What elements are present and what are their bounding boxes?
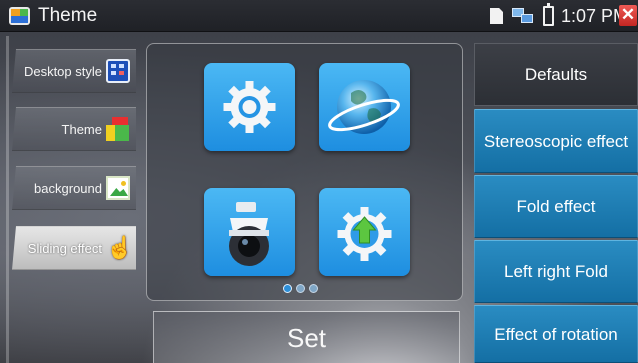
close-button[interactable]: ✕ <box>619 5 637 26</box>
status-bar: Theme 1:07 PM ✕ <box>0 0 638 32</box>
menu-item-sliding-effect[interactable]: Sliding effect ☝ <box>12 226 136 270</box>
background-image-icon <box>106 176 130 200</box>
theme-screen: Theme 1:07 PM ✕ Desktop style Theme back… <box>0 0 638 363</box>
menu-rail <box>6 36 9 363</box>
effect-fold-button[interactable]: Fold effect <box>474 175 638 238</box>
page-indicator <box>283 284 323 294</box>
theme-icon <box>106 117 130 141</box>
ptz-camera-icon <box>229 202 269 266</box>
preview-tile-upgrade <box>319 188 410 276</box>
sd-card-icon <box>490 8 503 24</box>
menu-item-label: Desktop style <box>23 64 102 79</box>
window-title: Theme <box>38 5 98 26</box>
preview-tile-settings <box>204 63 295 151</box>
page-dot-3[interactable] <box>309 284 318 293</box>
page-dot-1[interactable] <box>283 284 292 293</box>
menu-item-desktop-style[interactable]: Desktop style <box>12 49 136 93</box>
gear-upgrade-icon <box>337 207 392 261</box>
effect-stereoscopic-button[interactable]: Stereoscopic effect <box>474 109 638 173</box>
menu-item-theme[interactable]: Theme <box>12 107 136 151</box>
network-icon <box>512 8 534 25</box>
menu-item-label: background <box>34 181 102 196</box>
clock: 1:07 PM <box>561 6 629 26</box>
hand-tap-icon: ☝ <box>106 235 134 260</box>
page-dot-2[interactable] <box>296 284 305 293</box>
preview-tile-network <box>319 63 410 151</box>
globe-icon <box>328 80 400 134</box>
theme-menu: Desktop style Theme background Sliding e… <box>0 36 140 363</box>
gear-settings-icon <box>223 81 276 133</box>
effect-list: Defaults Stereoscopic effect Fold effect… <box>474 43 638 363</box>
effect-defaults-button[interactable]: Defaults <box>474 43 638 106</box>
effect-left-right-fold-button[interactable]: Left right Fold <box>474 240 638 303</box>
preview-tile-ptz <box>204 188 295 276</box>
menu-item-background[interactable]: background <box>12 166 136 210</box>
desktop-style-icon <box>106 59 130 83</box>
battery-icon <box>543 3 554 26</box>
set-button[interactable]: Set <box>153 311 460 363</box>
theme-app-icon <box>9 7 30 25</box>
menu-item-label: Theme <box>61 122 102 137</box>
effect-rotation-button[interactable]: Effect of rotation <box>474 305 638 363</box>
menu-item-label: Sliding effect <box>27 241 102 256</box>
effect-preview-panel <box>146 43 463 301</box>
